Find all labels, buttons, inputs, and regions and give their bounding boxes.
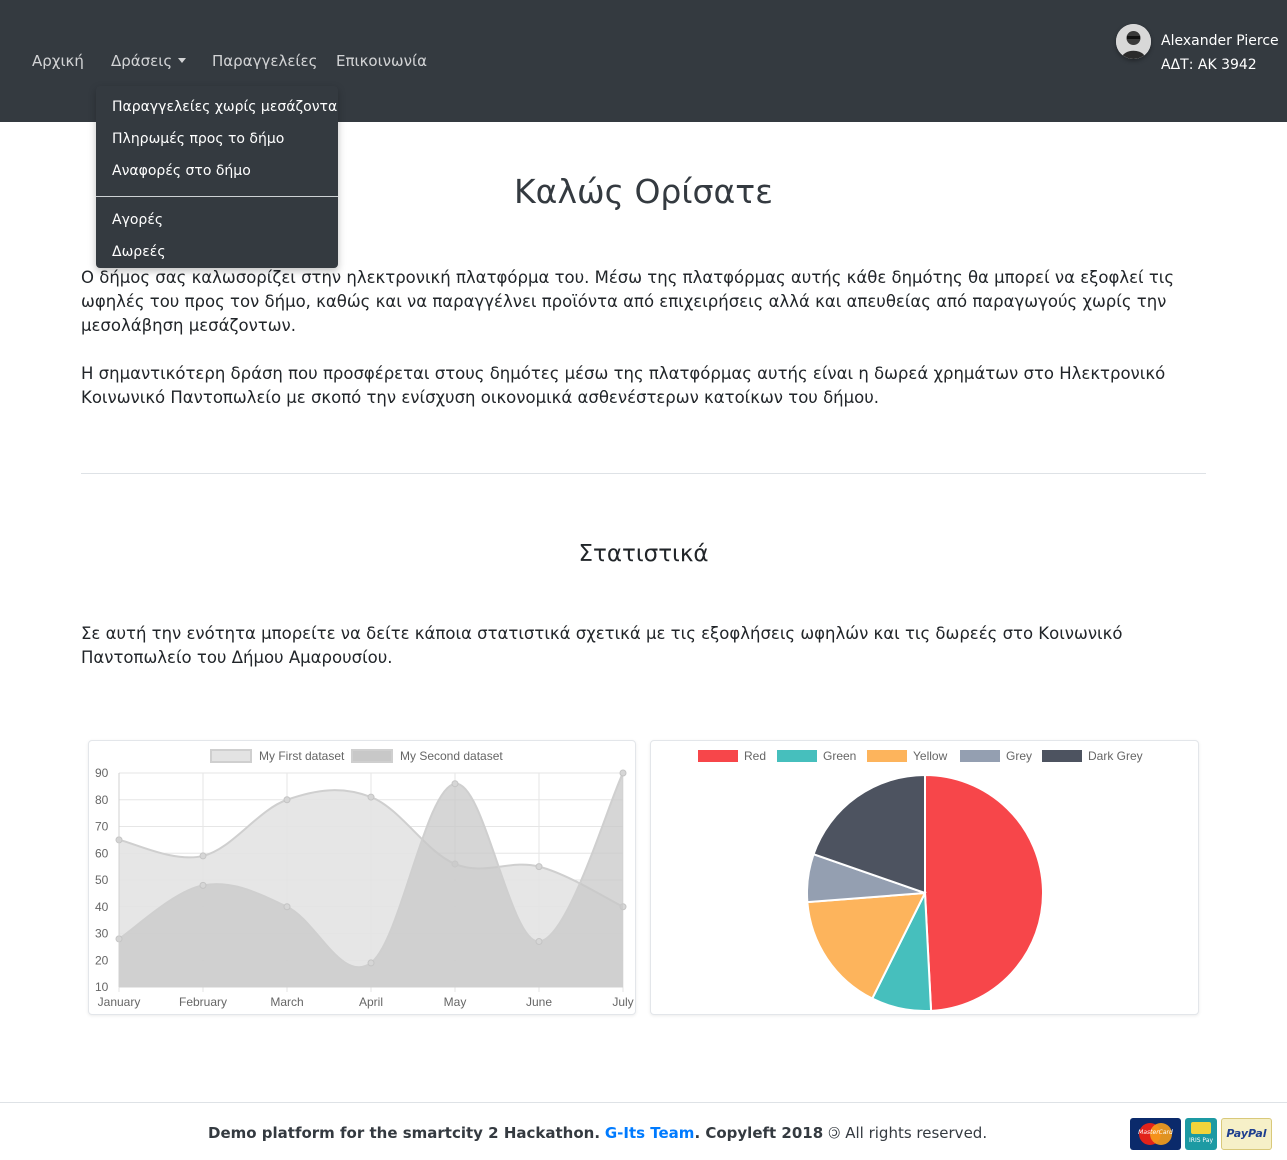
nav-contact-link[interactable]: Επικοινωνία xyxy=(336,52,427,70)
legend-swatch-red xyxy=(698,750,738,762)
dropdown-item-payments-to-municipality[interactable]: Πληρωμές προς το δήμο xyxy=(112,131,284,147)
y-tick-label: 50 xyxy=(95,873,109,887)
actions-dropdown-menu: Παραγγελείες χωρίς μεσάζοντα Πληρωμές πρ… xyxy=(96,86,338,268)
user-avatar-icon xyxy=(1116,24,1151,59)
legend-swatch-1 xyxy=(210,749,252,763)
y-tick-label: 70 xyxy=(95,820,109,834)
data-point-series-2 xyxy=(535,938,543,946)
legend-swatch-green xyxy=(777,750,817,762)
iris-mark-icon xyxy=(1191,1122,1211,1134)
data-point-series-1 xyxy=(283,796,291,804)
data-point-series-1 xyxy=(367,793,375,801)
line-chart: My First dataset My Second dataset 10 20 30 4… xyxy=(95,749,634,1009)
y-tick-label: 20 xyxy=(95,953,109,967)
footer-text: Demo platform for the smartcity 2 Hackat… xyxy=(208,1122,987,1143)
iris-pay-logo: IRIS Pay xyxy=(1185,1118,1217,1150)
legend-swatch-yellow xyxy=(867,750,907,762)
section-divider xyxy=(81,473,1206,474)
data-point-series-2 xyxy=(451,780,459,788)
y-tick-label: 80 xyxy=(95,793,109,807)
legend-swatch-dark-grey xyxy=(1042,750,1082,762)
mastercard-logo: MasterCard xyxy=(1130,1118,1181,1150)
nav-home-link[interactable]: Αρχική xyxy=(32,52,84,70)
user-name: Alexander Pierce xyxy=(1161,33,1279,49)
mastercard-label: MasterCard xyxy=(1138,1129,1173,1136)
intro-paragraph: Ο δήμος σας καλωσορίζει στην ηλεκτρονική… xyxy=(81,268,1175,335)
data-point-series-2 xyxy=(367,959,375,967)
y-tick-label: 30 xyxy=(95,927,109,941)
footer-rights-text: All rights reserved. xyxy=(845,1124,988,1142)
x-tick-label: June xyxy=(526,995,552,1009)
y-tick-label: 40 xyxy=(95,900,109,914)
line-chart-card: My First dataset My Second dataset 10 20 30 4… xyxy=(88,740,636,1015)
footer-copyleft-text: . Copyleft 2018 xyxy=(694,1124,824,1142)
y-tick-label: 60 xyxy=(95,846,109,860)
dropdown-item-purchases[interactable]: Αγορές xyxy=(112,212,163,228)
footer-divider xyxy=(0,1102,1287,1103)
nav-orders-link[interactable]: Παραγγελείες xyxy=(212,52,317,70)
legend-label-green: Green xyxy=(823,749,856,763)
statistics-paragraph: Σε αυτή την ενότητα μπορείτε να δείτε κά… xyxy=(81,624,1123,667)
legend-label-red: Red xyxy=(744,749,766,763)
dropdown-item-reports-to-municipality[interactable]: Αναφορές στο δήμο xyxy=(112,163,251,179)
y-tick-label: 10 xyxy=(95,980,109,994)
legend-swatch-grey xyxy=(960,750,1000,762)
legend-label-1: My First dataset xyxy=(259,749,345,763)
donation-paragraph: Η σημαντικότερη δράση που προσφέρεται στ… xyxy=(81,364,1166,407)
dropdown-item-donations[interactable]: Δωρεές xyxy=(112,244,166,260)
paypal-label: PayPal xyxy=(1226,1127,1267,1140)
data-point-series-1 xyxy=(535,863,543,871)
legend-label-yellow: Yellow xyxy=(913,749,948,763)
data-point-series-1 xyxy=(199,852,207,860)
pie-chart-card: Red Green Yellow Grey Dark Grey xyxy=(650,740,1199,1015)
pie-slice-red xyxy=(924,773,1044,1012)
legend-label-dark-grey: Dark Grey xyxy=(1088,749,1143,763)
copyleft-icon: 🄯 xyxy=(827,1124,841,1142)
data-point-series-2 xyxy=(619,769,627,777)
user-id-number: ΑΔΤ: ΑΚ 3942 xyxy=(1161,57,1257,73)
x-tick-label: March xyxy=(270,995,303,1009)
x-tick-label: July xyxy=(612,995,633,1009)
x-tick-label: May xyxy=(444,995,467,1009)
legend-swatch-2 xyxy=(351,749,393,763)
legend-label-2: My Second dataset xyxy=(400,749,503,763)
x-tick-label: January xyxy=(98,995,141,1009)
x-tick-label: April xyxy=(359,995,383,1009)
y-tick-label: 90 xyxy=(95,766,109,780)
nav-actions-label: Δράσεις xyxy=(111,52,173,70)
caret-down-icon xyxy=(178,58,187,63)
pie-chart: Red Green Yellow Grey Dark Grey xyxy=(698,749,1143,1012)
statistics-title: Στατιστικά xyxy=(578,541,709,567)
nav-actions-dropdown-toggle[interactable]: Δράσεις xyxy=(111,52,187,70)
x-tick-label: February xyxy=(179,995,227,1009)
user-avatar xyxy=(1116,24,1151,59)
dropdown-item-orders-without-middlemen[interactable]: Παραγγελείες χωρίς μεσάζοντα xyxy=(112,99,337,115)
legend-label-grey: Grey xyxy=(1006,749,1032,763)
data-point-series-2 xyxy=(283,903,291,911)
footer-demo-text: Demo platform for the smartcity 2 Hackat… xyxy=(208,1124,601,1142)
footer-team-link[interactable]: G-Its Team xyxy=(605,1124,695,1142)
iris-pay-label: IRIS Pay xyxy=(1189,1137,1213,1144)
data-point-series-2 xyxy=(199,881,207,889)
dropdown-divider xyxy=(96,196,338,197)
paypal-logo: PayPal xyxy=(1221,1118,1272,1150)
